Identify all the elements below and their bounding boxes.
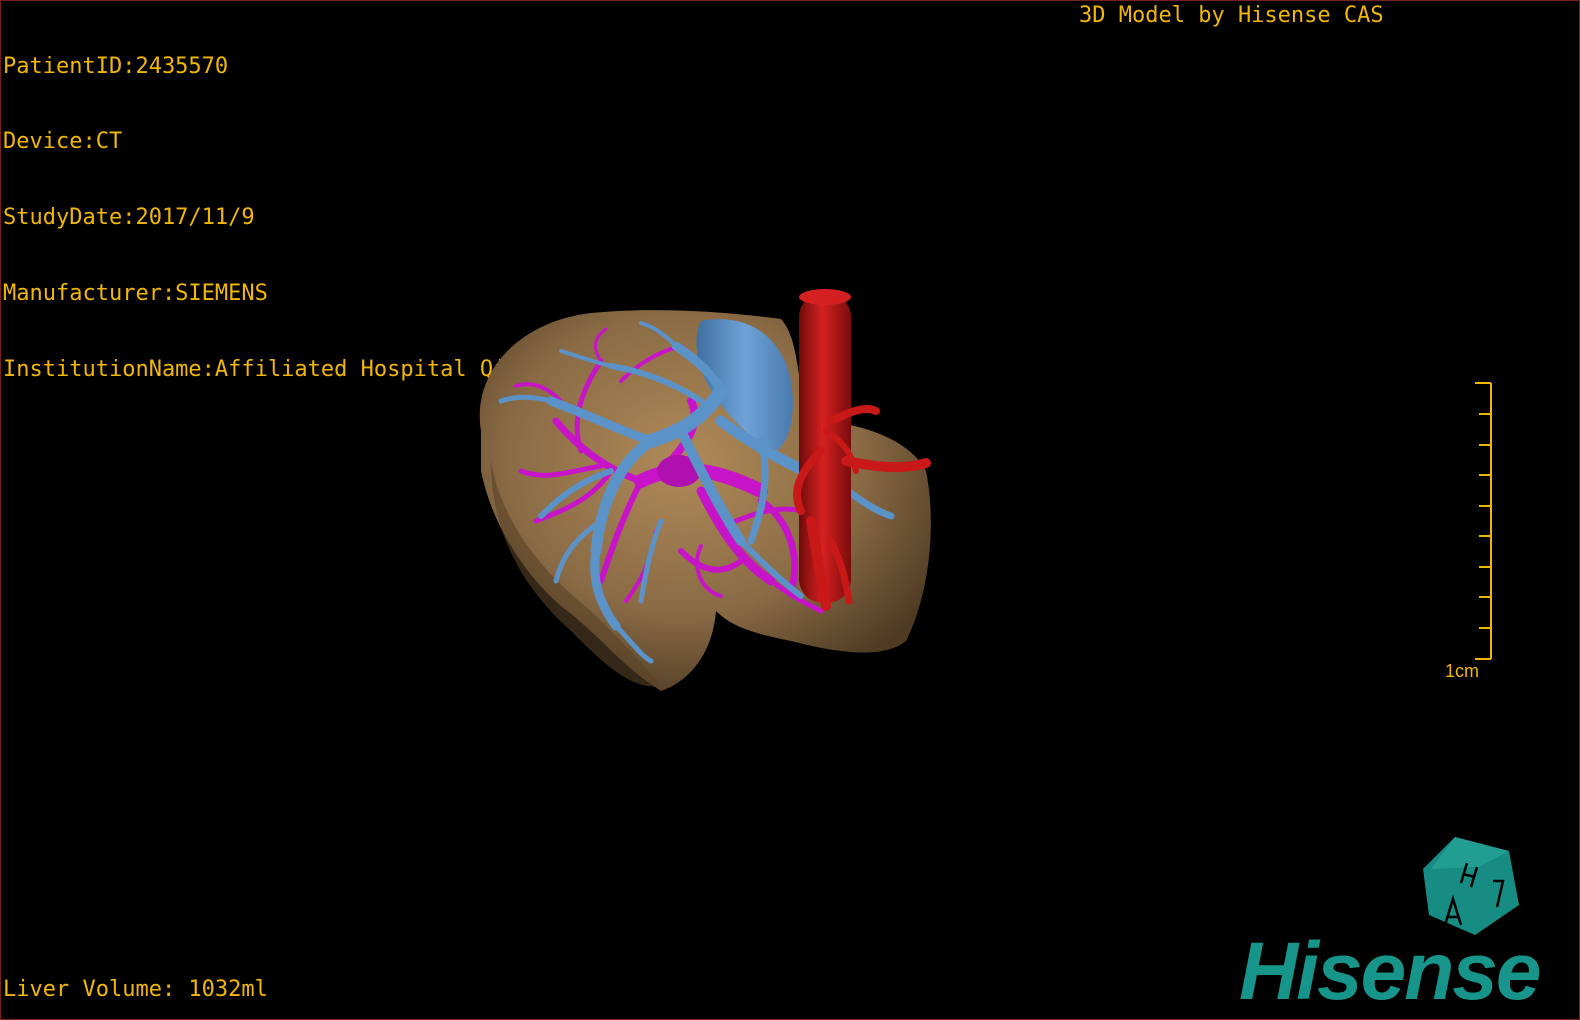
aorta-top xyxy=(799,289,851,305)
hisense-brand-logo: Hisense xyxy=(1239,926,1542,1017)
hisense-cube-icon xyxy=(1423,837,1519,935)
liver-3d-model[interactable] xyxy=(1,1,1580,1020)
scale-bar xyxy=(1475,382,1492,660)
scale-bar-label: 1cm xyxy=(1445,661,1480,681)
3d-viewport[interactable]: PatientID:2435570 Device:CT StudyDate:20… xyxy=(0,0,1580,1020)
liver-volume-text: Liver Volume: 1032ml xyxy=(3,977,268,1002)
